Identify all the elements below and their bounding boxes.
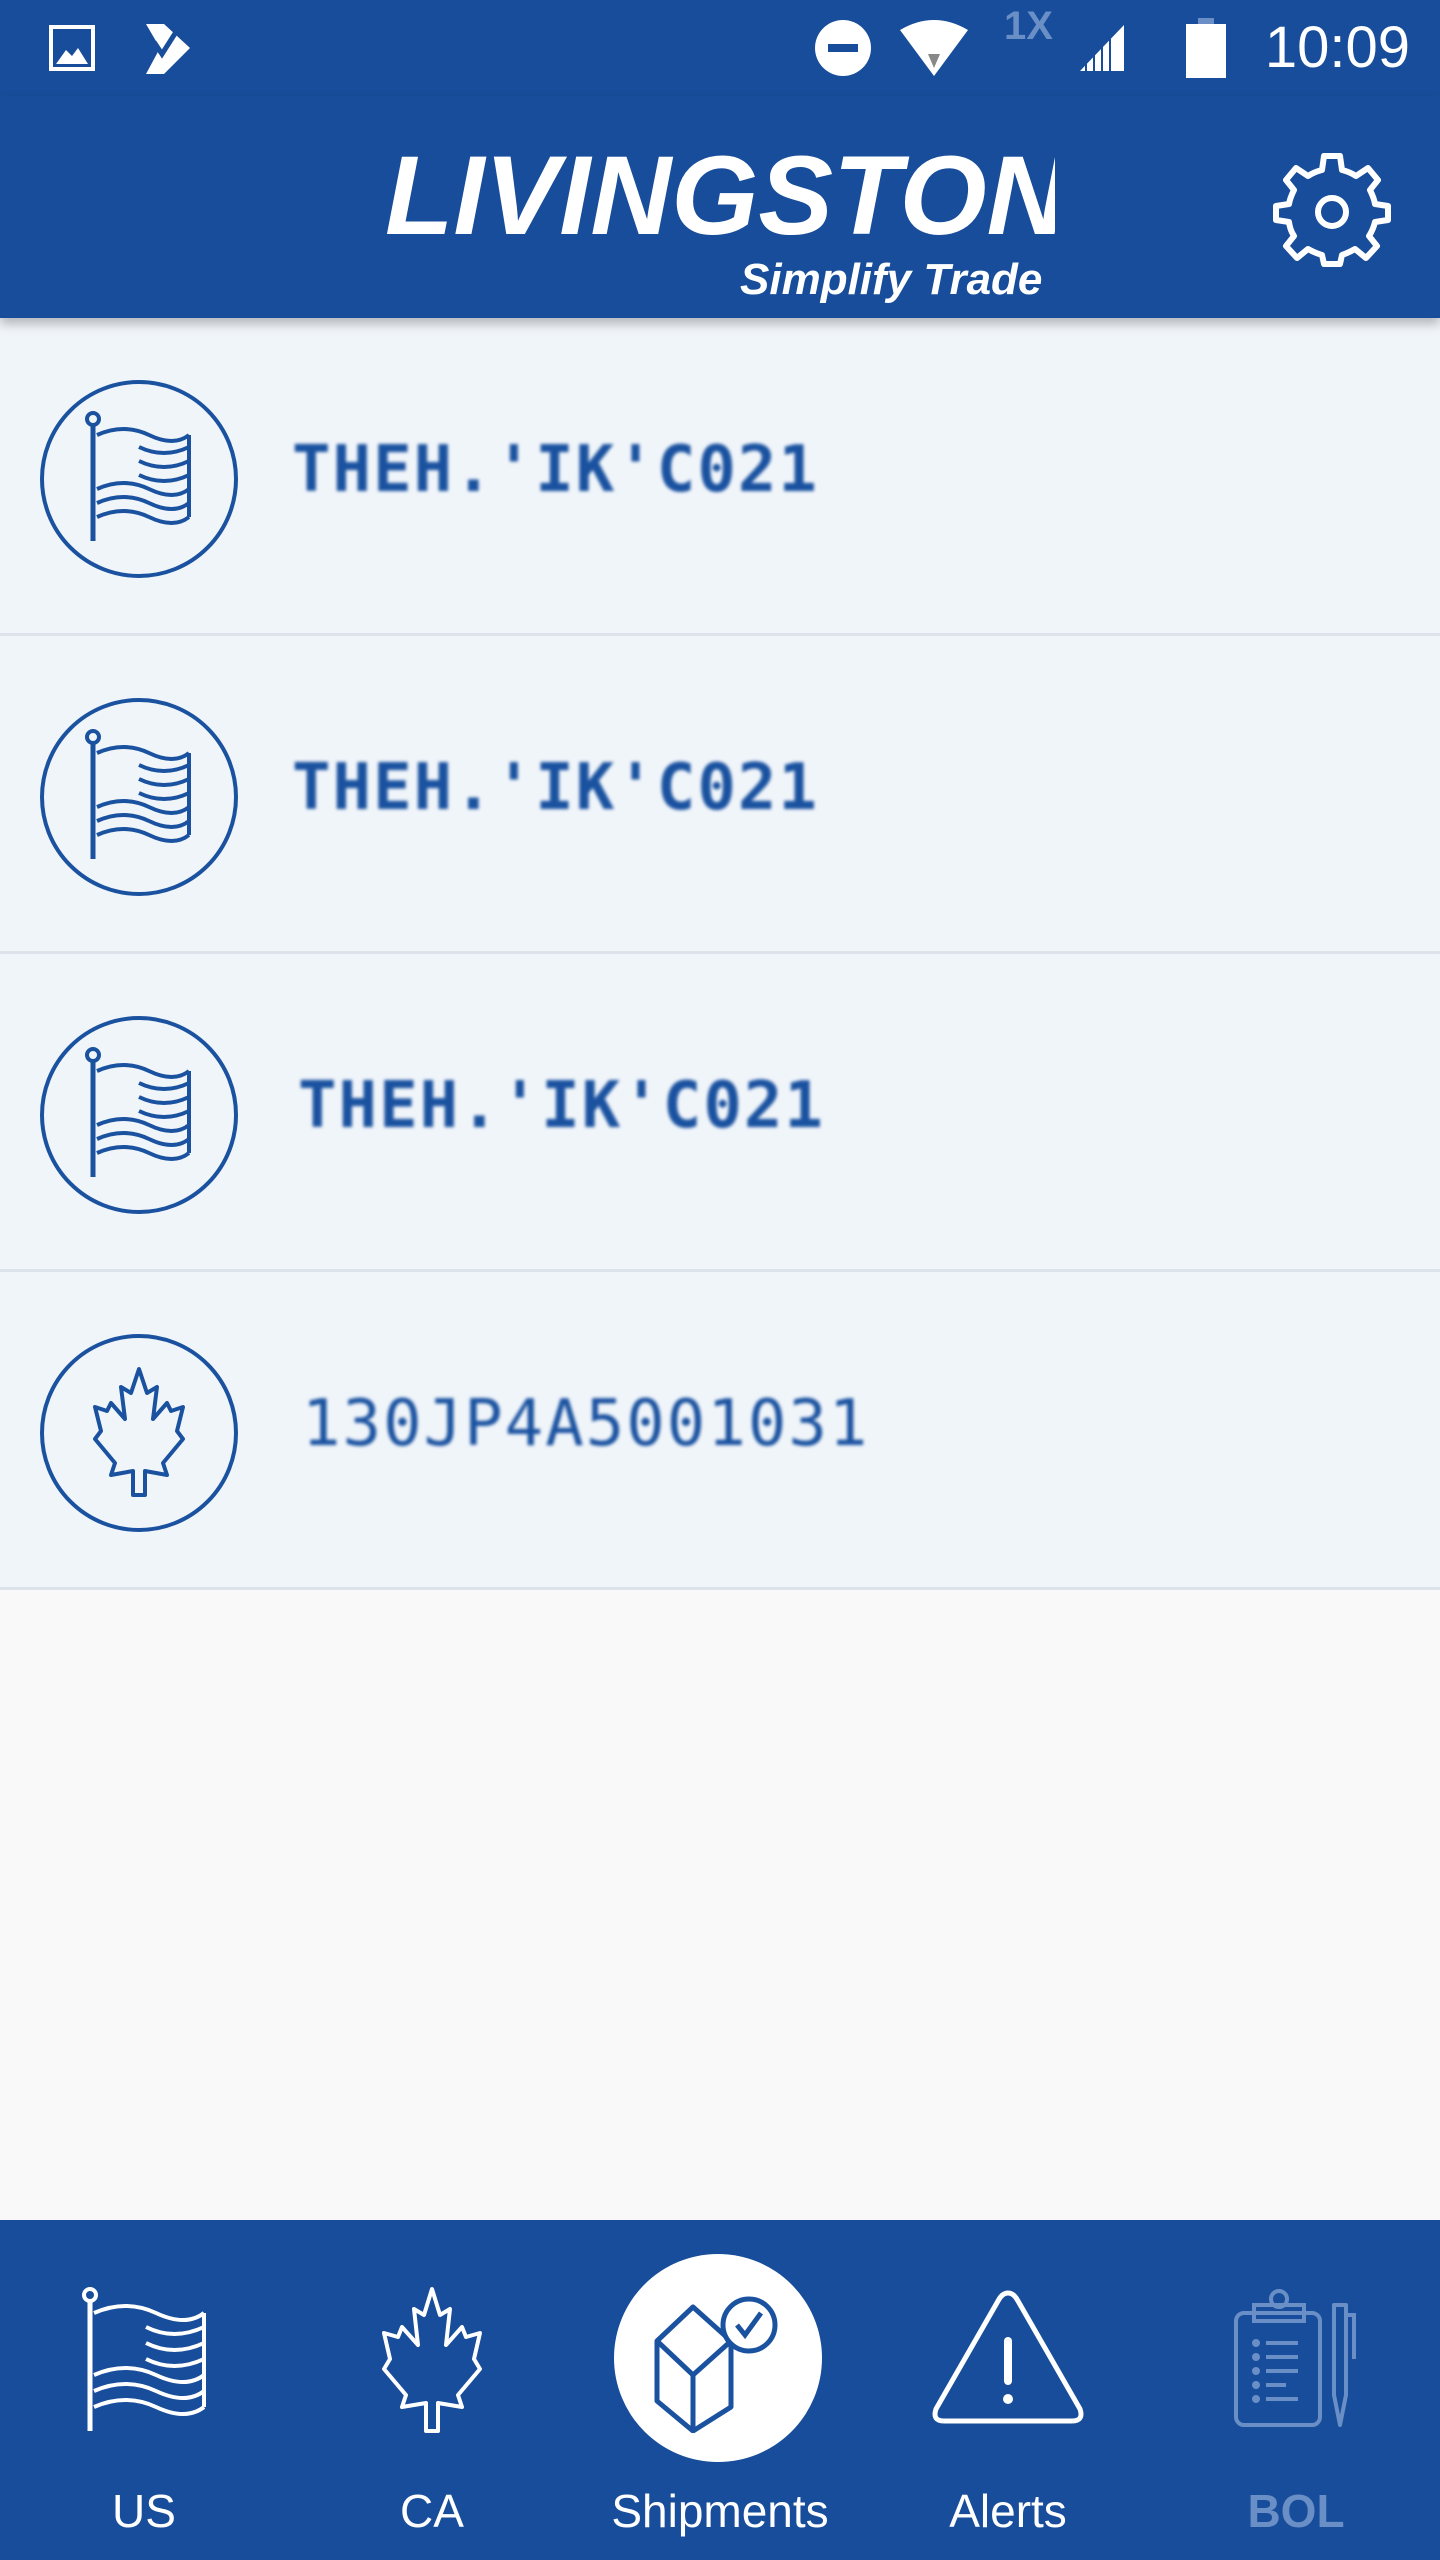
- shipment-row[interactable]: THEH.'IK'C021: [0, 954, 1440, 1272]
- image-icon: [48, 18, 96, 78]
- shipment-id: THEH.'IK'C021: [292, 751, 819, 825]
- settings-button[interactable]: [1272, 148, 1392, 268]
- bottom-navigation: US CA Shipments Alerts BOL: [0, 2220, 1440, 2560]
- clock: 10:09: [1264, 15, 1410, 80]
- nav-us[interactable]: US: [0, 2220, 288, 2560]
- nav-ca[interactable]: CA: [288, 2220, 576, 2560]
- shipment-row[interactable]: THEH.'IK'C021: [0, 636, 1440, 954]
- shipment-row[interactable]: THEH.'IK'C021: [0, 318, 1440, 636]
- nav-label: Alerts: [949, 2485, 1067, 2537]
- shipment-id: THEH.'IK'C021: [298, 1069, 825, 1143]
- battery-icon: [1186, 18, 1226, 78]
- ca-leaf-badge: [40, 1334, 238, 1532]
- nav-bol[interactable]: BOL: [1152, 2220, 1440, 2560]
- roaming-1x-icon: 1X: [1004, 3, 1053, 48]
- box-check-icon: [654, 2296, 778, 2433]
- brand-name: LIVINGSTON: [385, 133, 1055, 258]
- nav-alerts[interactable]: Alerts: [864, 2220, 1152, 2560]
- shipment-id: THEH.'IK'C021: [292, 433, 819, 507]
- shipment-list: THEH.'IK'C021 THEH.'IK'C021 THEH.'IK'C02…: [0, 318, 1440, 1590]
- us-flag-icon: [82, 2287, 206, 2431]
- brand-tagline: Simplify Trade: [740, 255, 1042, 304]
- clipboard-pen-icon: [1234, 2289, 1356, 2427]
- active-indicator: [614, 2254, 822, 2462]
- nav-label: Shipments: [611, 2485, 829, 2537]
- maple-leaf-icon: [93, 1367, 185, 1497]
- nav-label: US: [112, 2485, 176, 2537]
- us-flag-icon: [85, 729, 191, 859]
- gear-icon: [1273, 153, 1391, 267]
- us-flag-icon: [85, 411, 191, 541]
- us-flag-icon: [85, 1047, 191, 1177]
- livingston-logo: LIVINGSTON Simplify Trade: [385, 116, 1070, 306]
- shipment-id: 130JP4A5001031: [302, 1387, 870, 1461]
- wifi-icon: [898, 18, 970, 78]
- nav-shipments[interactable]: Shipments: [576, 2220, 864, 2560]
- us-flag-badge: [40, 380, 238, 578]
- shipment-row[interactable]: 130JP4A5001031: [0, 1272, 1440, 1590]
- us-flag-badge: [40, 698, 238, 896]
- cell-signal-icon: [1078, 18, 1126, 78]
- nav-label: BOL: [1247, 2485, 1345, 2537]
- warning-triangle-icon: [932, 2290, 1084, 2424]
- maple-leaf-icon: [382, 2287, 482, 2433]
- app-bar: LIVINGSTON Simplify Trade: [0, 96, 1440, 318]
- nav-label: CA: [400, 2485, 464, 2537]
- us-flag-badge: [40, 1016, 238, 1214]
- task-check-icon: [140, 18, 196, 78]
- do-not-disturb-icon: [814, 18, 872, 78]
- status-bar: 1X 10:09: [0, 0, 1440, 96]
